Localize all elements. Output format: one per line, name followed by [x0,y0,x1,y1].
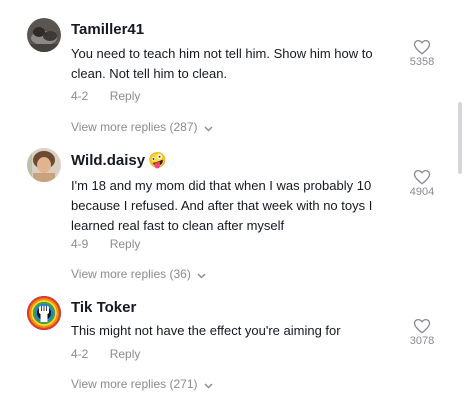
raised-fist-rainbow-icon [27,296,61,330]
comment-username[interactable]: Tik Toker [71,299,136,316]
comment-text: This might not have the effect you're ai… [71,323,341,338]
scrollbar[interactable] [458,102,462,174]
view-more-replies-label: View more replies (271) [71,377,198,391]
like-button[interactable]: 3078 [402,318,442,347]
comment-item: Tik Toker This might not have the effect… [0,0,465,400]
view-more-replies-button[interactable]: View more replies (271) [71,377,213,392]
heart-icon [413,318,431,334]
reply-button[interactable]: Reply [110,347,141,361]
comment-date: 4-2 [71,347,89,361]
like-count: 3078 [409,335,435,347]
chevron-down-icon [204,378,213,392]
avatar[interactable] [27,296,61,330]
comment-meta: 4-2 Reply [71,347,140,361]
